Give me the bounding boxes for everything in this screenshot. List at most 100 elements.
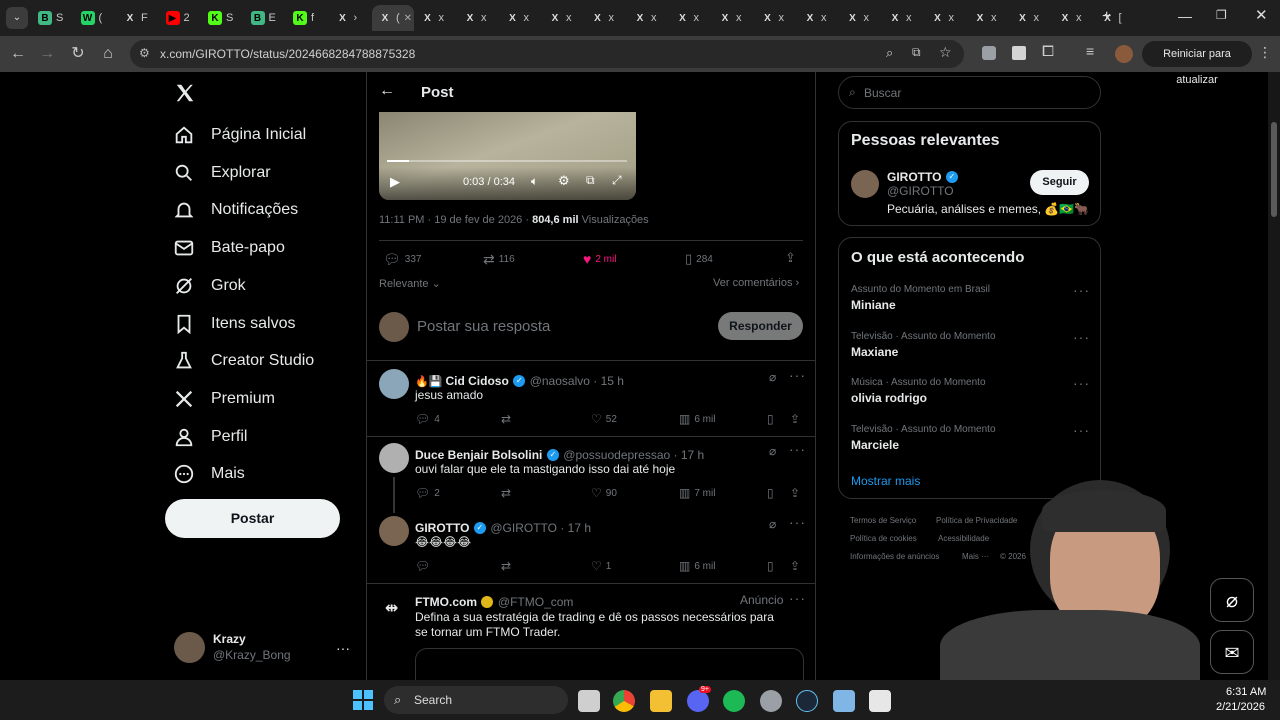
- relevant-name[interactable]: GIROTTO: [887, 170, 941, 184]
- bookmark-icon[interactable]: ▯: [767, 559, 774, 573]
- video-player[interactable]: ▶ 0:03 / 0:34 🔈︎ ⚙ ⧉ ⤢: [379, 112, 636, 200]
- bookmark-icon[interactable]: ▯: [767, 486, 774, 500]
- settings-gear-icon[interactable]: [760, 690, 782, 712]
- windows-start-icon[interactable]: [353, 690, 373, 710]
- trend-item[interactable]: Música · Assunto do Momento olivia rodrig…: [851, 375, 1091, 417]
- more-icon[interactable]: ···: [789, 514, 806, 530]
- share-icon[interactable]: ⇪: [790, 486, 800, 500]
- repost-action[interactable]: ⇄: [501, 559, 515, 573]
- close-tab-icon[interactable]: ✕: [404, 13, 412, 24]
- footer-link[interactable]: Política de cookies: [850, 534, 917, 543]
- reply-handle[interactable]: @naosalvo · 15 h: [530, 374, 624, 388]
- browser-tab[interactable]: Xx: [415, 5, 457, 31]
- x-logo-icon[interactable]: [174, 82, 196, 104]
- video-progress-track[interactable]: [387, 160, 627, 162]
- nav-item-perfil[interactable]: Perfil: [173, 422, 247, 452]
- grok-icon[interactable]: ⌀: [769, 444, 776, 458]
- reply-handle[interactable]: @GIROTTO · 17 h: [490, 521, 591, 535]
- reply-action[interactable]: 💬︎ 4: [415, 412, 440, 426]
- bookmark-action[interactable]: ▯ 284: [685, 251, 713, 267]
- post-timestamp[interactable]: 11:11 PM · 19 de fev de 2026 ·: [379, 214, 532, 226]
- post-button[interactable]: Postar: [165, 499, 340, 538]
- browser-tab[interactable]: Xx: [585, 5, 627, 31]
- taskbar-search[interactable]: ⌕ Search: [384, 686, 568, 714]
- nav-item-creator-studio[interactable]: Creator Studio: [173, 346, 314, 376]
- browser-tab[interactable]: KS: [202, 5, 244, 31]
- reply-handle[interactable]: @possuodepressao · 17 h: [563, 448, 704, 462]
- update-button[interactable]: Reiniciar para atualizar: [1142, 41, 1252, 86]
- reply-author[interactable]: Duce Benjair Bolsolini: [415, 448, 542, 462]
- messages-float-button[interactable]: ✉: [1210, 630, 1254, 674]
- browser-tab[interactable]: Xx: [1052, 5, 1094, 31]
- new-tab-button[interactable]: +: [1102, 8, 1111, 26]
- app-icon[interactable]: [869, 690, 891, 712]
- browser-tab[interactable]: Xx: [500, 5, 542, 31]
- nav-item-itens-salvos[interactable]: Itens salvos: [173, 309, 295, 339]
- sort-dropdown[interactable]: Relevante ⌄: [379, 277, 441, 290]
- nav-item-notifica-es[interactable]: Notificações: [173, 195, 298, 225]
- reply-action[interactable]: 💬︎: [415, 559, 434, 573]
- forward-button[interactable]: →: [37, 44, 57, 64]
- extension-icon[interactable]: [982, 46, 996, 60]
- volume-icon[interactable]: 🔈︎: [531, 174, 538, 189]
- browser-tab[interactable]: Xx: [797, 5, 839, 31]
- browser-tab[interactable]: XF: [117, 5, 159, 31]
- repost-action[interactable]: ⇄: [501, 486, 515, 500]
- reply-button[interactable]: Responder: [718, 312, 803, 340]
- grok-icon[interactable]: ⌀: [769, 517, 776, 531]
- follow-button[interactable]: Seguir: [1030, 170, 1089, 195]
- tab-search-button[interactable]: ⌄: [6, 7, 28, 29]
- repost-action[interactable]: ⇄: [501, 412, 515, 426]
- spotify-icon[interactable]: [723, 690, 745, 712]
- task-view-icon[interactable]: [578, 690, 600, 712]
- puzzle-icon[interactable]: ⧠: [1042, 43, 1054, 60]
- browser-tab[interactable]: X (✕: [372, 5, 414, 31]
- settings-icon[interactable]: ⚙: [558, 173, 570, 189]
- browser-tab[interactable]: W(: [75, 5, 117, 31]
- browser-tab[interactable]: Xx: [1010, 5, 1052, 31]
- fullscreen-icon[interactable]: ⤢: [612, 173, 622, 188]
- file-explorer-icon[interactable]: [650, 690, 672, 712]
- home-button[interactable]: ⌂: [98, 44, 118, 64]
- trend-item[interactable]: Televisão · Assunto do Momento Maxiane ···: [851, 329, 1091, 371]
- address-bar[interactable]: ⚙ x.com/GIROTTO/status/20246682847888753…: [130, 40, 964, 68]
- install-icon[interactable]: ⧉: [912, 45, 921, 60]
- browser-tab[interactable]: ▶ 2: [160, 5, 202, 31]
- browser-tab[interactable]: BS: [32, 5, 74, 31]
- browser-tab[interactable]: Xx: [967, 5, 1009, 31]
- nav-item-mais[interactable]: Mais: [173, 459, 245, 489]
- trend-item[interactable]: Televisão · Assunto do Momento Marciele ··…: [851, 422, 1091, 464]
- minimize-button[interactable]: —: [1178, 8, 1192, 24]
- media-icon[interactable]: ≡: [1086, 43, 1094, 59]
- account-avatar[interactable]: [174, 632, 205, 663]
- reply-input[interactable]: Postar sua resposta: [417, 318, 550, 335]
- ad-handle[interactable]: @FTMO_com: [498, 595, 574, 609]
- discord-icon[interactable]: [687, 690, 709, 712]
- maximize-button[interactable]: ❐: [1216, 8, 1227, 22]
- like-action[interactable]: ♡ 52: [591, 412, 617, 426]
- taskbar-time[interactable]: 6:31 AM: [1226, 686, 1266, 698]
- play-icon[interactable]: ▶: [390, 174, 400, 190]
- like-action[interactable]: ♥ 2 mil: [583, 251, 616, 267]
- scrollbar-thumb[interactable]: [1271, 122, 1277, 217]
- grok-icon[interactable]: ⌀: [769, 370, 776, 384]
- zoom-icon[interactable]: ⌕: [886, 45, 893, 61]
- browser-tab[interactable]: X[: [1095, 5, 1137, 31]
- browser-tab[interactable]: Xx: [882, 5, 924, 31]
- page-scrollbar[interactable]: [1268, 72, 1280, 680]
- browser-tab[interactable]: Kf: [287, 5, 329, 31]
- bookmark-icon[interactable]: ▯: [767, 412, 774, 426]
- like-action[interactable]: ♡ 1: [591, 559, 611, 573]
- reply-author[interactable]: Cid Cidoso: [445, 374, 508, 388]
- relevant-handle[interactable]: @GIROTTO: [887, 184, 954, 198]
- more-icon[interactable]: ···: [789, 367, 806, 383]
- profile-avatar[interactable]: [1115, 45, 1133, 63]
- share-icon[interactable]: ⇪: [790, 559, 800, 573]
- kebab-menu-icon[interactable]: ⋮: [1258, 44, 1272, 61]
- chrome-icon[interactable]: [613, 690, 635, 712]
- account-menu-icon[interactable]: ···: [336, 640, 350, 656]
- footer-link[interactable]: Termos de Serviço: [850, 516, 916, 525]
- account-name[interactable]: Krazy: [213, 632, 246, 646]
- account-handle[interactable]: @Krazy_Bong: [213, 648, 291, 662]
- nav-item-premium[interactable]: Premium: [173, 384, 275, 414]
